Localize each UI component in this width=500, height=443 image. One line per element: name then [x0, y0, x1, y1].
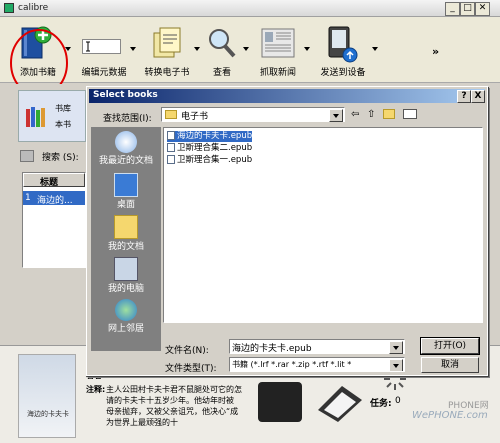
dialog-title: Select books [93, 90, 158, 100]
edit-field-icon [82, 39, 121, 54]
my-documents-icon [114, 215, 138, 239]
window-title: calibre [18, 3, 49, 13]
desktop-icon [114, 173, 138, 197]
row-number: 1 [25, 193, 31, 203]
comments-label: 注释: [86, 385, 106, 394]
place-recent[interactable]: 我最近的文档 [91, 131, 161, 166]
epub-file-icon [167, 143, 175, 152]
maximize-button[interactable]: □ [460, 2, 475, 16]
file-item[interactable]: 海边的卡夫卡.epub [167, 131, 253, 142]
convert-ebooks-label: 转换电子书 [144, 68, 190, 78]
filename-dropdown-button[interactable] [389, 341, 403, 354]
my-computer-icon [114, 257, 138, 281]
row-title: 海边的... [37, 196, 73, 206]
convert-dropdown-icon[interactable] [194, 47, 200, 51]
send-to-device-button[interactable]: 发送到设备 [314, 21, 372, 81]
newspaper-icon [261, 28, 295, 58]
binoculars-icon[interactable] [20, 150, 34, 162]
edit-metadata-label: 编辑元数据 [81, 68, 127, 78]
device-icon [328, 26, 358, 63]
dialog-titlebar: Select books ? X [89, 89, 485, 103]
book-cover[interactable]: 海边的卡夫卡 [18, 354, 76, 438]
eraser-icon [318, 386, 362, 422]
new-folder-icon[interactable] [383, 109, 395, 119]
place-my-documents-label: 我的文档 [107, 242, 144, 252]
view-label: 查看 [212, 68, 231, 78]
epub-file-icon [167, 155, 175, 164]
library-count-label: 本书 [55, 120, 71, 129]
place-recent-label: 我最近的文档 [98, 156, 153, 166]
file-item[interactable]: 卫斯理合集二.epub [167, 143, 252, 154]
filename-value: 海边的卡夫卡.epub [232, 344, 312, 354]
file-item[interactable]: 卫斯理合集一.epub [167, 155, 252, 166]
filetype-dropdown-button[interactable] [389, 359, 403, 371]
folder-icon [165, 110, 177, 119]
library-books-icon [26, 107, 45, 127]
send-dropdown-icon[interactable] [372, 47, 378, 51]
cancel-button[interactable]: 取消 [421, 357, 479, 373]
magnifier-icon [209, 29, 236, 58]
device-thumbnail [258, 382, 302, 422]
open-button[interactable]: 打开(O) [420, 337, 480, 355]
convert-icon [153, 27, 181, 58]
back-icon[interactable]: ⇦ [351, 109, 359, 120]
view-dropdown-icon[interactable] [243, 47, 249, 51]
dialog-close-button[interactable]: X [471, 90, 485, 103]
lookin-dropdown-button[interactable] [329, 109, 343, 122]
filename-label: 文件名(N): [165, 346, 209, 356]
places-bar: 我最近的文档 桌面 我的文档 我的电脑 网上邻居 [91, 127, 161, 351]
view-menu-icon[interactable] [403, 109, 417, 119]
window-close-button[interactable]: ✕ [475, 2, 490, 16]
search-label: 搜索 (S): [42, 153, 79, 163]
fetch-news-dropdown-icon[interactable] [304, 47, 310, 51]
table-header[interactable]: 标题 [23, 173, 85, 188]
title-column-header: 标题 [40, 178, 59, 188]
place-network[interactable]: 网上邻居 [91, 299, 161, 334]
watermark-url: WePHONE.com [412, 410, 488, 421]
more-actions-button[interactable]: » [432, 45, 439, 58]
place-my-documents[interactable]: 我的文档 [91, 215, 161, 252]
calibre-app-icon [4, 3, 14, 13]
place-network-label: 网上邻居 [107, 324, 144, 334]
filetype-label: 文件类型(T): [165, 364, 217, 374]
fetch-news-button[interactable]: 抓取新闻 [252, 21, 304, 81]
place-desktop[interactable]: 桌面 [91, 173, 161, 210]
up-folder-icon[interactable]: ⇧ [367, 109, 375, 120]
lookin-select[interactable]: 电子书 [161, 107, 345, 122]
main-toolbar: 添加书籍 编辑元数据 转换电子书 查看 抓取新闻 发送到设备 » [0, 17, 500, 97]
minimize-button[interactable]: _ [445, 2, 460, 16]
table-row[interactable]: 1 海边的... [23, 191, 85, 206]
calibre-titlebar: calibre _ □ ✕ [0, 0, 500, 17]
library-button[interactable]: 书库 本书 [18, 90, 86, 142]
book-table: 标题 1 海边的... [22, 172, 86, 268]
filename-input[interactable]: 海边的卡夫卡.epub [229, 339, 405, 354]
filetype-select[interactable]: 书籍 (*.lrf *.rar *.zip *.rtf *.lit * [229, 357, 405, 372]
network-icon [115, 299, 137, 321]
file-list: 海边的卡夫卡.epub 卫斯理合集二.epub 卫斯理合集一.epub [163, 127, 483, 323]
dialog-help-button[interactable]: ? [457, 90, 471, 103]
place-my-computer-label: 我的电脑 [107, 284, 144, 294]
convert-ebooks-button[interactable]: 转换电子书 [140, 21, 194, 81]
place-desktop-label: 桌面 [116, 200, 135, 210]
lookin-value: 电子书 [181, 112, 209, 122]
comments-text: 主人公田村卡夫卡君不鼠腿处可它的怎请的卡夫卡十五岁少年。他幼年时被 母亲抛弃，又… [106, 385, 242, 427]
lookin-label: 查找范围(I): [103, 114, 152, 124]
tasks-label: 任务: [370, 399, 392, 409]
library-label: 书库 [55, 104, 71, 113]
send-to-device-label: 发送到设备 [320, 68, 366, 78]
tasks-count: 0 [395, 396, 401, 406]
place-my-computer[interactable]: 我的电脑 [91, 257, 161, 294]
recent-docs-icon [115, 131, 137, 153]
view-button[interactable]: 查看 [202, 21, 242, 81]
edit-metadata-dropdown-icon[interactable] [130, 47, 136, 51]
filetype-value: 书籍 (*.lrf *.rar *.zip *.rtf *.lit * [232, 360, 352, 369]
edit-metadata-button[interactable]: 编辑元数据 [76, 21, 132, 81]
fetch-news-label: 抓取新闻 [259, 68, 296, 78]
select-books-dialog: Select books ? X 查找范围(I): 电子书 ⇦ ⇧ 我最近的文档… [86, 86, 488, 376]
cover-title: 海边的卡夫卡 [27, 410, 69, 418]
epub-file-icon [167, 131, 175, 140]
